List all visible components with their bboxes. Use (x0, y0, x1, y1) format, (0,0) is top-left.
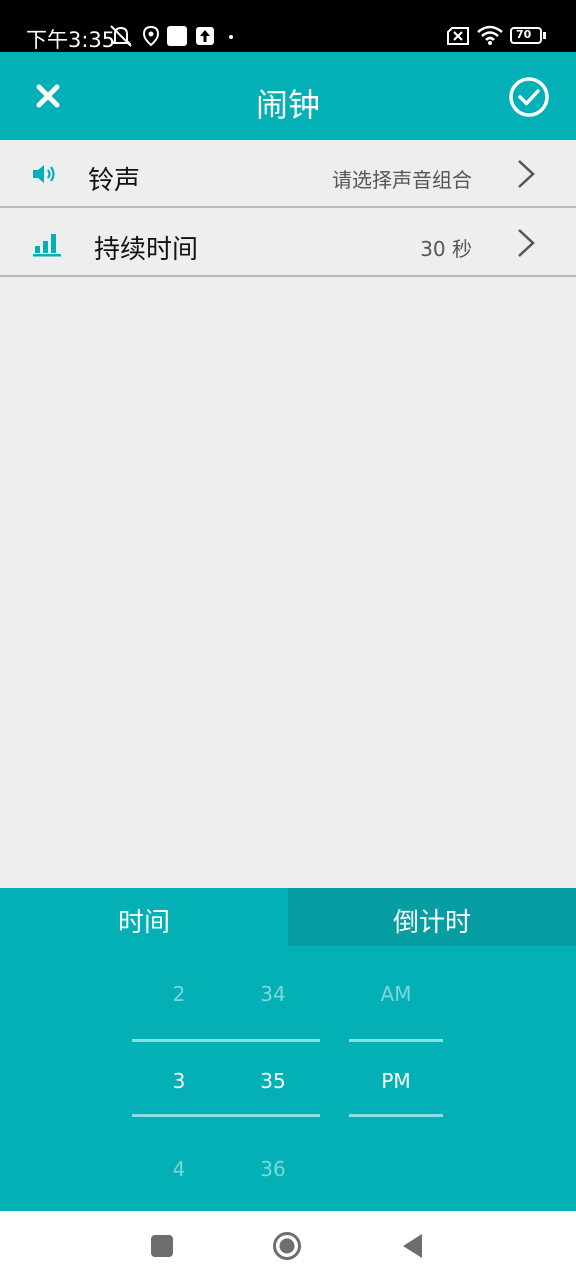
ringtone-value: 请选择声音组合 (332, 168, 472, 192)
selection-line-top (349, 1039, 443, 1042)
hour-option[interactable]: 2 (149, 982, 209, 1006)
status-time: 下午3:35 (26, 28, 116, 52)
speaker-icon (33, 165, 55, 183)
upload-icon (196, 27, 214, 45)
tab-countdown[interactable]: 倒计时 (288, 888, 576, 946)
navigation-bar (0, 1211, 576, 1280)
minute-option[interactable]: 34 (243, 982, 303, 1006)
signal-bars-icon (33, 234, 61, 257)
status-bar: 下午3:35 70 (0, 0, 576, 52)
sim-error-icon (447, 27, 469, 45)
selection-line-bottom (349, 1114, 443, 1117)
minute-selected[interactable]: 35 (243, 1069, 303, 1093)
notification-square-icon (167, 26, 187, 46)
battery-icon: 70 (510, 27, 542, 44)
dot-icon (229, 35, 233, 39)
minute-option[interactable]: 36 (243, 1157, 303, 1181)
header: 闹钟 (0, 52, 576, 140)
battery-level: 70 (516, 28, 532, 41)
ampm-selected[interactable]: PM (366, 1069, 426, 1093)
duration-row[interactable]: 持续时间 30 秒 (0, 209, 576, 277)
back-triangle-icon[interactable] (398, 1231, 428, 1261)
duration-value: 30 秒 (420, 237, 472, 261)
mute-icon (110, 25, 132, 47)
duration-label: 持续时间 (94, 235, 199, 265)
time-picker-panel: 时间 倒计时 2 3 4 34 35 36 AM PM (0, 888, 576, 1211)
ringtone-label: 铃声 (88, 166, 141, 196)
hour-option[interactable]: 4 (149, 1157, 209, 1181)
battery-tip (543, 32, 546, 39)
ringtone-row[interactable]: 铃声 请选择声音组合 (0, 140, 576, 208)
location-icon (142, 25, 160, 47)
hour-selected[interactable]: 3 (149, 1069, 209, 1093)
page-title: 闹钟 (255, 86, 320, 124)
check-circle-icon[interactable] (508, 76, 550, 118)
tab-time[interactable]: 时间 (0, 888, 288, 946)
ampm-option[interactable]: AM (366, 982, 426, 1006)
home-circle-icon[interactable] (272, 1231, 302, 1261)
selection-line-bottom (132, 1114, 320, 1117)
chevron-right-icon (518, 229, 535, 257)
selection-line-top (132, 1039, 320, 1042)
recents-square-icon[interactable] (147, 1231, 177, 1261)
chevron-right-icon (518, 160, 535, 188)
wifi-icon (477, 25, 503, 45)
